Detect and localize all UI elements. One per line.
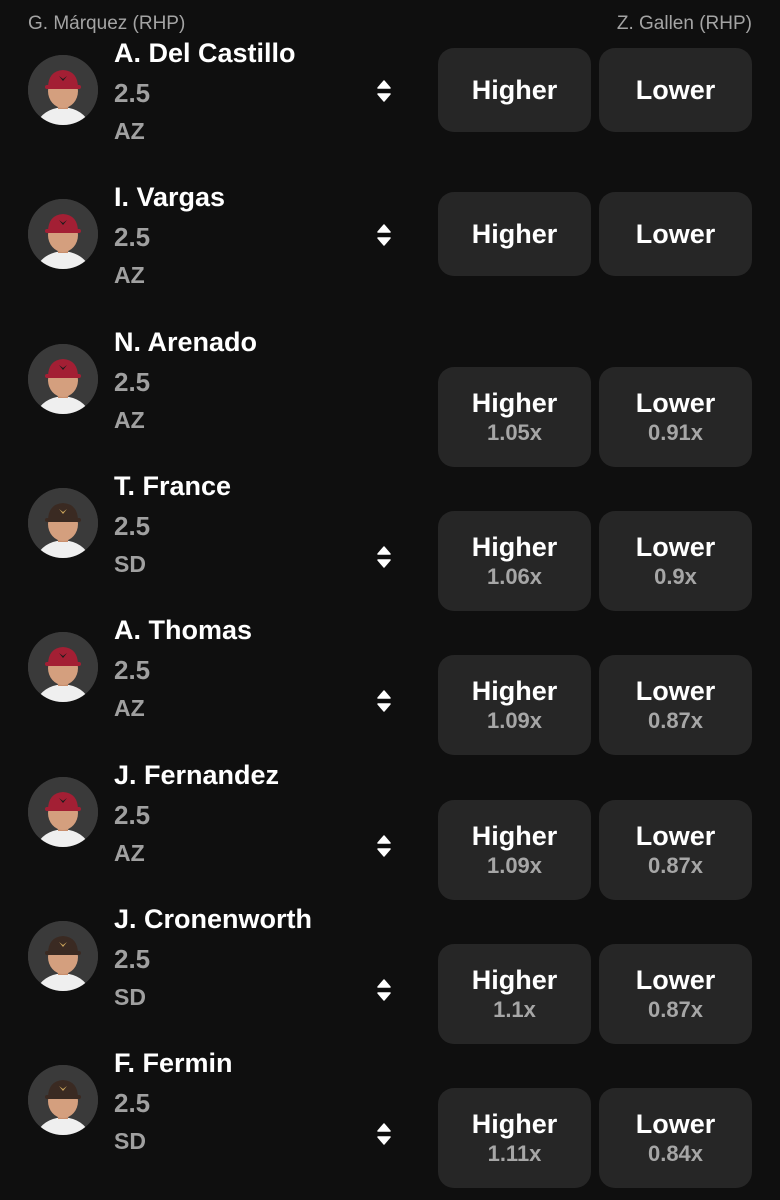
lower-multiplier: 0.87x xyxy=(647,853,704,878)
lower-button[interactable]: Lower 0.91x xyxy=(599,367,752,467)
stat-line: 2.5 xyxy=(114,1088,151,1118)
team-abbr: SD xyxy=(114,1128,146,1154)
stat-line: 2.5 xyxy=(114,800,151,830)
player-name: T. France xyxy=(114,471,232,501)
higher-multiplier: 1.05x xyxy=(486,420,543,445)
player-avatar xyxy=(28,488,98,558)
lower-multiplier: 0.9x xyxy=(654,564,697,589)
player-row: A. Del Castillo 2.5 AZ Higher Lower xyxy=(0,38,780,158)
higher-button[interactable]: Higher 1.05x xyxy=(438,367,591,467)
player-row: F. Fermin 2.5 SD Higher 1.11x Lower 0.84x xyxy=(0,1048,780,1188)
stat-line: 2.5 xyxy=(114,222,151,252)
matchup-header: G. Márquez (RHP) Z. Gallen (RHP) xyxy=(28,13,752,37)
sort-arrows-icon[interactable] xyxy=(374,77,394,105)
lower-label: Lower xyxy=(635,821,716,851)
player-row: I. Vargas 2.5 AZ Higher Lower xyxy=(0,182,780,302)
lower-label: Lower xyxy=(635,676,716,706)
lower-label: Lower xyxy=(635,965,716,995)
higher-label: Higher xyxy=(471,219,558,249)
team-abbr: AZ xyxy=(114,262,145,288)
player-row: N. Arenado 2.5 AZ Higher 1.05x Lower 0.91x xyxy=(0,327,780,467)
team-abbr: AZ xyxy=(114,840,145,866)
stat-line: 2.5 xyxy=(114,367,151,397)
player-avatar xyxy=(28,632,98,702)
lower-label: Lower xyxy=(635,219,716,249)
stat-line: 2.5 xyxy=(114,944,151,974)
higher-button[interactable]: Higher 1.09x xyxy=(438,800,591,900)
player-name: J. Cronenworth xyxy=(114,904,313,934)
lower-button[interactable]: Lower xyxy=(599,192,752,276)
player-name: F. Fermin xyxy=(114,1048,233,1078)
right-pitcher-label: Z. Gallen (RHP) xyxy=(616,13,752,34)
player-avatar xyxy=(28,199,98,269)
lower-multiplier: 0.87x xyxy=(647,997,704,1022)
lower-button[interactable]: Lower 0.9x xyxy=(599,511,752,611)
stat-line: 2.5 xyxy=(114,511,151,541)
higher-label: Higher xyxy=(471,1109,558,1139)
team-abbr: AZ xyxy=(114,118,145,144)
lower-button[interactable]: Lower 0.87x xyxy=(599,944,752,1044)
higher-label: Higher xyxy=(471,821,558,851)
player-row: A. Thomas 2.5 AZ Higher 1.09x Lower 0.87x xyxy=(0,615,780,755)
higher-button[interactable]: Higher 1.06x xyxy=(438,511,591,611)
lower-multiplier: 0.84x xyxy=(647,1141,704,1166)
lower-multiplier: 0.91x xyxy=(647,420,704,445)
lower-button[interactable]: Lower xyxy=(599,48,752,132)
player-avatar xyxy=(28,344,98,414)
higher-label: Higher xyxy=(471,388,558,418)
team-abbr: AZ xyxy=(114,407,145,433)
player-avatar xyxy=(28,921,98,991)
team-abbr: SD xyxy=(114,551,146,577)
lower-button[interactable]: Lower 0.87x xyxy=(599,655,752,755)
sort-arrows-icon[interactable] xyxy=(374,976,394,1004)
player-avatar xyxy=(28,777,98,847)
stat-line: 2.5 xyxy=(114,655,151,685)
player-avatar xyxy=(28,1065,98,1135)
player-row: J. Fernandez 2.5 AZ Higher 1.09x Lower 0.87x xyxy=(0,760,780,900)
player-avatar xyxy=(28,55,98,125)
sort-arrows-icon[interactable] xyxy=(374,543,394,571)
sort-arrows-icon[interactable] xyxy=(374,221,394,249)
higher-multiplier: 1.11x xyxy=(487,1141,542,1166)
stat-line: 2.5 xyxy=(114,78,151,108)
player-row: J. Cronenworth 2.5 SD Higher 1.1x Lower 0.87x xyxy=(0,904,780,1044)
player-name: A. Del Castillo xyxy=(114,38,296,68)
player-name: J. Fernandez xyxy=(114,760,280,790)
sort-arrows-icon[interactable] xyxy=(374,832,394,860)
higher-multiplier: 1.09x xyxy=(486,708,543,733)
lower-label: Lower xyxy=(635,1109,716,1139)
higher-button[interactable]: Higher xyxy=(438,192,591,276)
player-row: T. France 2.5 SD Higher 1.06x Lower 0.9x xyxy=(0,471,780,611)
higher-button[interactable]: Higher xyxy=(438,48,591,132)
sort-arrows-icon[interactable] xyxy=(374,1120,394,1148)
higher-multiplier: 1.06x xyxy=(486,564,543,589)
higher-button[interactable]: Higher 1.1x xyxy=(438,944,591,1044)
higher-multiplier: 1.09x xyxy=(486,853,543,878)
lower-button[interactable]: Lower 0.87x xyxy=(599,800,752,900)
lower-multiplier: 0.87x xyxy=(647,708,704,733)
higher-label: Higher xyxy=(471,75,558,105)
player-name: A. Thomas xyxy=(114,615,253,645)
team-abbr: AZ xyxy=(114,695,145,721)
player-name: I. Vargas xyxy=(114,182,226,212)
lower-button[interactable]: Lower 0.84x xyxy=(599,1088,752,1188)
higher-label: Higher xyxy=(471,532,558,562)
player-name: N. Arenado xyxy=(114,327,258,357)
higher-button[interactable]: Higher 1.09x xyxy=(438,655,591,755)
lower-label: Lower xyxy=(635,75,716,105)
higher-button[interactable]: Higher 1.11x xyxy=(438,1088,591,1188)
sort-arrows-icon[interactable] xyxy=(374,687,394,715)
higher-label: Higher xyxy=(471,676,558,706)
higher-label: Higher xyxy=(471,965,558,995)
lower-label: Lower xyxy=(635,532,716,562)
higher-multiplier: 1.1x xyxy=(493,997,536,1022)
team-abbr: SD xyxy=(114,984,146,1010)
lower-label: Lower xyxy=(635,388,716,418)
left-pitcher-label: G. Márquez (RHP) xyxy=(28,13,186,34)
